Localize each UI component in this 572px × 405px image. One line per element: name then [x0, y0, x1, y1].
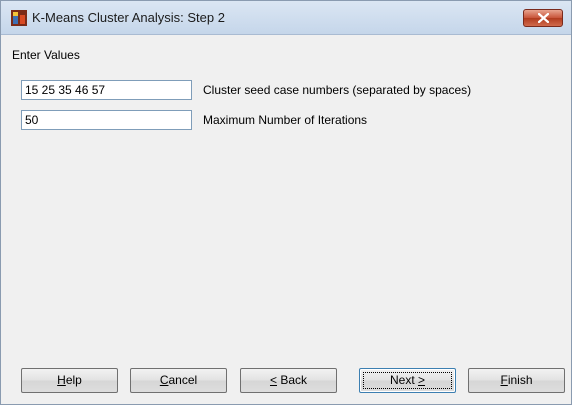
finish-label-suffix: inish — [507, 373, 533, 387]
window-title: K-Means Cluster Analysis: Step 2 — [32, 10, 225, 25]
focus-rectangle — [363, 372, 452, 389]
help-label-suffix: elp — [65, 373, 82, 387]
dialog-window: K-Means Cluster Analysis: Step 2 Enter V… — [0, 0, 572, 405]
cluster-seeds-input[interactable] — [21, 80, 192, 100]
cluster-seeds-label: Cluster seed case numbers (separated by … — [203, 83, 472, 97]
back-button[interactable]: < Back — [240, 368, 337, 393]
section-heading: Enter Values — [12, 48, 80, 62]
next-button[interactable]: Next > — [359, 368, 456, 393]
help-button[interactable]: Help — [21, 368, 118, 393]
back-mnemonic: < — [269, 373, 277, 387]
title-bar[interactable]: K-Means Cluster Analysis: Step 2 — [1, 1, 571, 35]
app-icon — [11, 10, 27, 26]
close-icon — [538, 13, 549, 23]
close-button[interactable] — [523, 9, 563, 27]
help-mnemonic: H — [57, 373, 66, 387]
cancel-button[interactable]: Cancel — [130, 368, 227, 393]
finish-button[interactable]: Finish — [468, 368, 565, 393]
max-iterations-label: Maximum Number of Iterations — [203, 113, 368, 127]
back-label-suffix: Back — [277, 373, 308, 387]
cancel-label-suffix: ancel — [168, 373, 198, 387]
max-iterations-input[interactable] — [21, 110, 192, 130]
finish-mnemonic: F — [500, 373, 508, 387]
dialog-body: Enter Values Cluster seed case numbers (… — [2, 35, 570, 403]
